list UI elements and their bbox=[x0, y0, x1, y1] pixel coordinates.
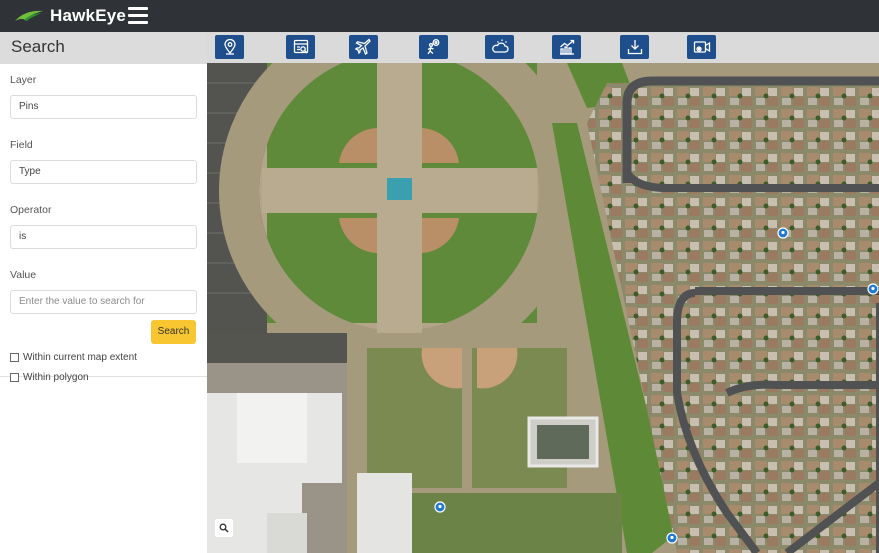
personnel-button[interactable] bbox=[419, 35, 448, 59]
value-label: Value bbox=[10, 269, 37, 281]
video-button[interactable] bbox=[687, 35, 716, 59]
within-polygon-checkbox[interactable] bbox=[10, 372, 19, 382]
map-search-button[interactable] bbox=[286, 35, 315, 59]
map-search-icon bbox=[293, 39, 308, 54]
map-pin-icon[interactable] bbox=[777, 227, 789, 239]
aerial-imagery bbox=[207, 63, 879, 553]
location-pin-icon bbox=[223, 38, 236, 55]
search-panel: Search Layer Pins Field Type Operator is… bbox=[0, 32, 207, 553]
operator-select[interactable]: is bbox=[10, 225, 197, 249]
layer-select[interactable]: Pins bbox=[10, 95, 197, 119]
magnifier-icon bbox=[219, 523, 229, 533]
location-pin-button[interactable] bbox=[215, 35, 244, 59]
weather-button[interactable] bbox=[485, 35, 514, 59]
field-select[interactable]: Type bbox=[10, 160, 197, 184]
hamburger-menu-icon[interactable] bbox=[128, 7, 148, 25]
value-input[interactable]: Enter the value to search for bbox=[10, 290, 197, 314]
within-polygon-label: Within polygon bbox=[23, 371, 89, 383]
map-pin-icon[interactable] bbox=[867, 283, 879, 295]
within-map-extent-label: Within current map extent bbox=[23, 351, 137, 363]
airplane-icon bbox=[354, 38, 371, 55]
download-button[interactable] bbox=[620, 35, 649, 59]
map-toolbar bbox=[207, 32, 879, 63]
download-icon bbox=[627, 40, 642, 55]
analytics-button[interactable] bbox=[552, 35, 581, 59]
top-navbar: HawkEye bbox=[0, 0, 879, 32]
map-view[interactable] bbox=[207, 63, 879, 553]
flights-button[interactable] bbox=[349, 35, 378, 59]
app-logo[interactable]: HawkEye bbox=[14, 3, 126, 29]
analytics-chart-icon bbox=[559, 39, 574, 55]
hawk-logo-icon bbox=[15, 10, 43, 21]
video-camera-icon bbox=[693, 41, 710, 53]
within-polygon-option[interactable]: Within polygon bbox=[10, 370, 197, 384]
map-pin-icon[interactable] bbox=[434, 501, 446, 513]
search-button[interactable]: Search bbox=[151, 320, 196, 344]
map-zoom-button[interactable] bbox=[215, 519, 233, 537]
person-location-icon bbox=[426, 39, 439, 55]
weather-cloud-icon bbox=[491, 39, 509, 53]
within-map-extent-checkbox[interactable] bbox=[10, 352, 19, 362]
layer-label: Layer bbox=[10, 74, 37, 86]
map-pin-icon[interactable] bbox=[666, 532, 678, 544]
search-form: Layer Pins Field Type Operator is Value … bbox=[0, 64, 207, 383]
panel-title: Search bbox=[11, 37, 65, 56]
app-name: HawkEye bbox=[50, 6, 127, 25]
within-map-extent-option[interactable]: Within current map extent bbox=[10, 350, 197, 364]
operator-label: Operator bbox=[10, 204, 52, 216]
field-label: Field bbox=[10, 139, 33, 151]
panel-header: Search bbox=[0, 32, 207, 64]
